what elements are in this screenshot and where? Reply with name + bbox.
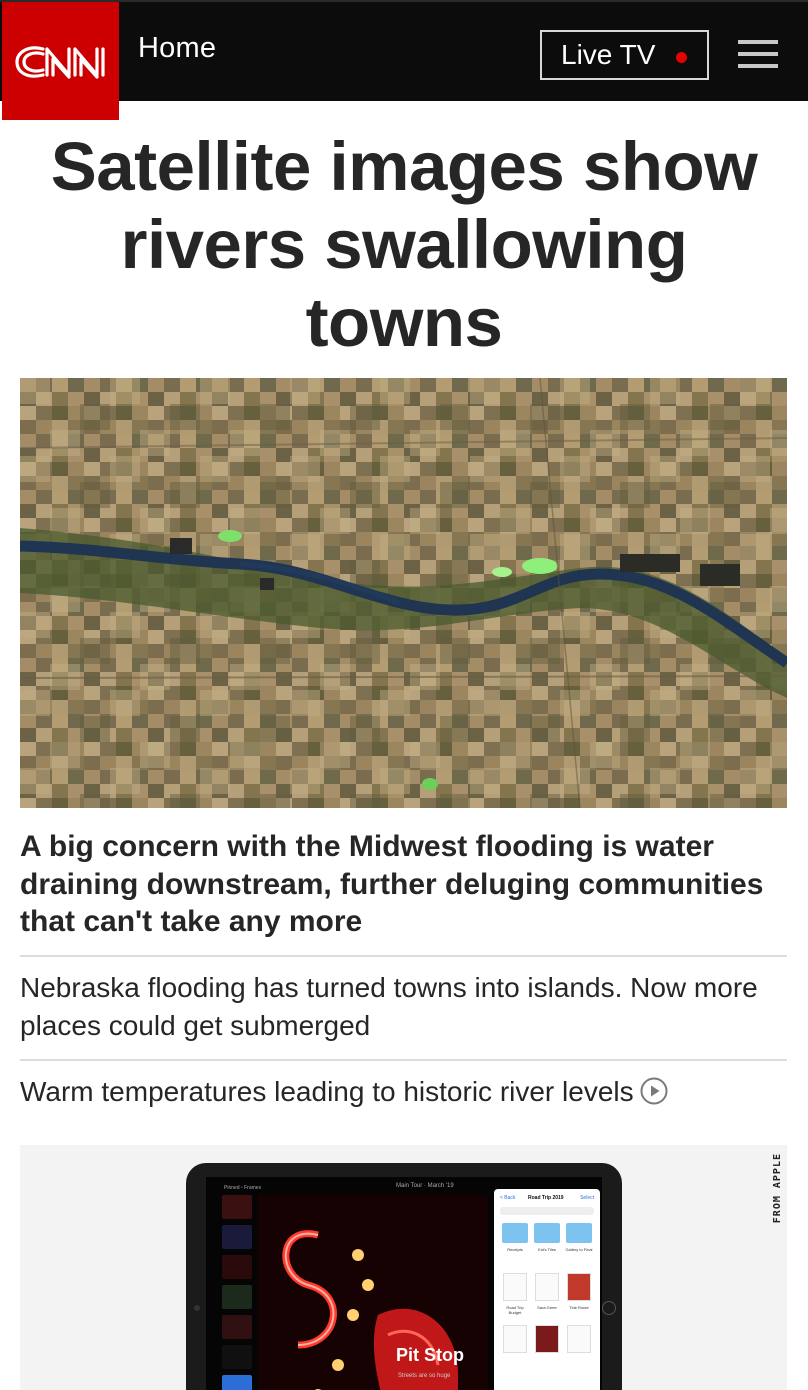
screen-title: Pit Stop [396,1345,464,1365]
divider [20,1059,787,1061]
article-lead[interactable]: A big concern with the Midwest flooding … [20,828,787,941]
doc-label: Road Trip Budget [506,1305,524,1315]
related-story[interactable]: Nebraska flooding has turned towns into … [20,969,787,1045]
files-select: Select [580,1195,594,1201]
hamburger-menu-icon[interactable] [738,40,778,68]
home-link[interactable]: Home [138,32,216,65]
top-nav-bar: Home Live TV [0,0,808,101]
play-icon [640,1077,668,1105]
doc-label: Tide Route [569,1305,589,1310]
ipad-screen: Pinned ▫ Frames Main Tour · March '19 Pi… [206,1177,602,1390]
folder-label: Gallery to Final [565,1247,593,1252]
related-story-video[interactable]: Warm temperatures leading to historic ri… [20,1073,787,1111]
screen-subtitle: Streets are so huge [398,1373,451,1379]
files-panel: < Back Road Trip 2019 Select Receipts Ki… [494,1189,600,1390]
related-story-text: Warm temperatures leading to historic ri… [20,1076,634,1107]
hero-satellite-image[interactable] [20,378,787,808]
folder-label: Kid's Tiles [538,1247,556,1252]
screen-toolbar-text: Main Tour · March '19 [396,1183,454,1189]
cnn-logo-mark [14,46,105,79]
cnn-logo[interactable] [2,2,119,120]
ipad-image: Pinned ▫ Frames Main Tour · March '19 Pi… [186,1163,622,1390]
files-back: < Back [500,1195,516,1201]
divider [20,955,787,957]
files-title: Road Trip 2019 [528,1195,564,1201]
live-tv-button[interactable]: Live TV [540,30,709,80]
folder-label: Receipts [507,1247,523,1252]
satellite-image [20,378,787,808]
live-indicator-icon [676,52,687,63]
related-story-text: Nebraska flooding has turned towns into … [20,972,758,1041]
doc-label: Sara Greer [537,1305,557,1310]
ad-label: FROM APPLE [772,1153,783,1224]
advertisement[interactable]: FROM APPLE Pinned ▫ Frames Main Tour · M… [20,1145,787,1390]
live-tv-label: Live TV [561,39,656,70]
article-headline[interactable]: Satellite images show rivers swallowing … [20,128,788,362]
